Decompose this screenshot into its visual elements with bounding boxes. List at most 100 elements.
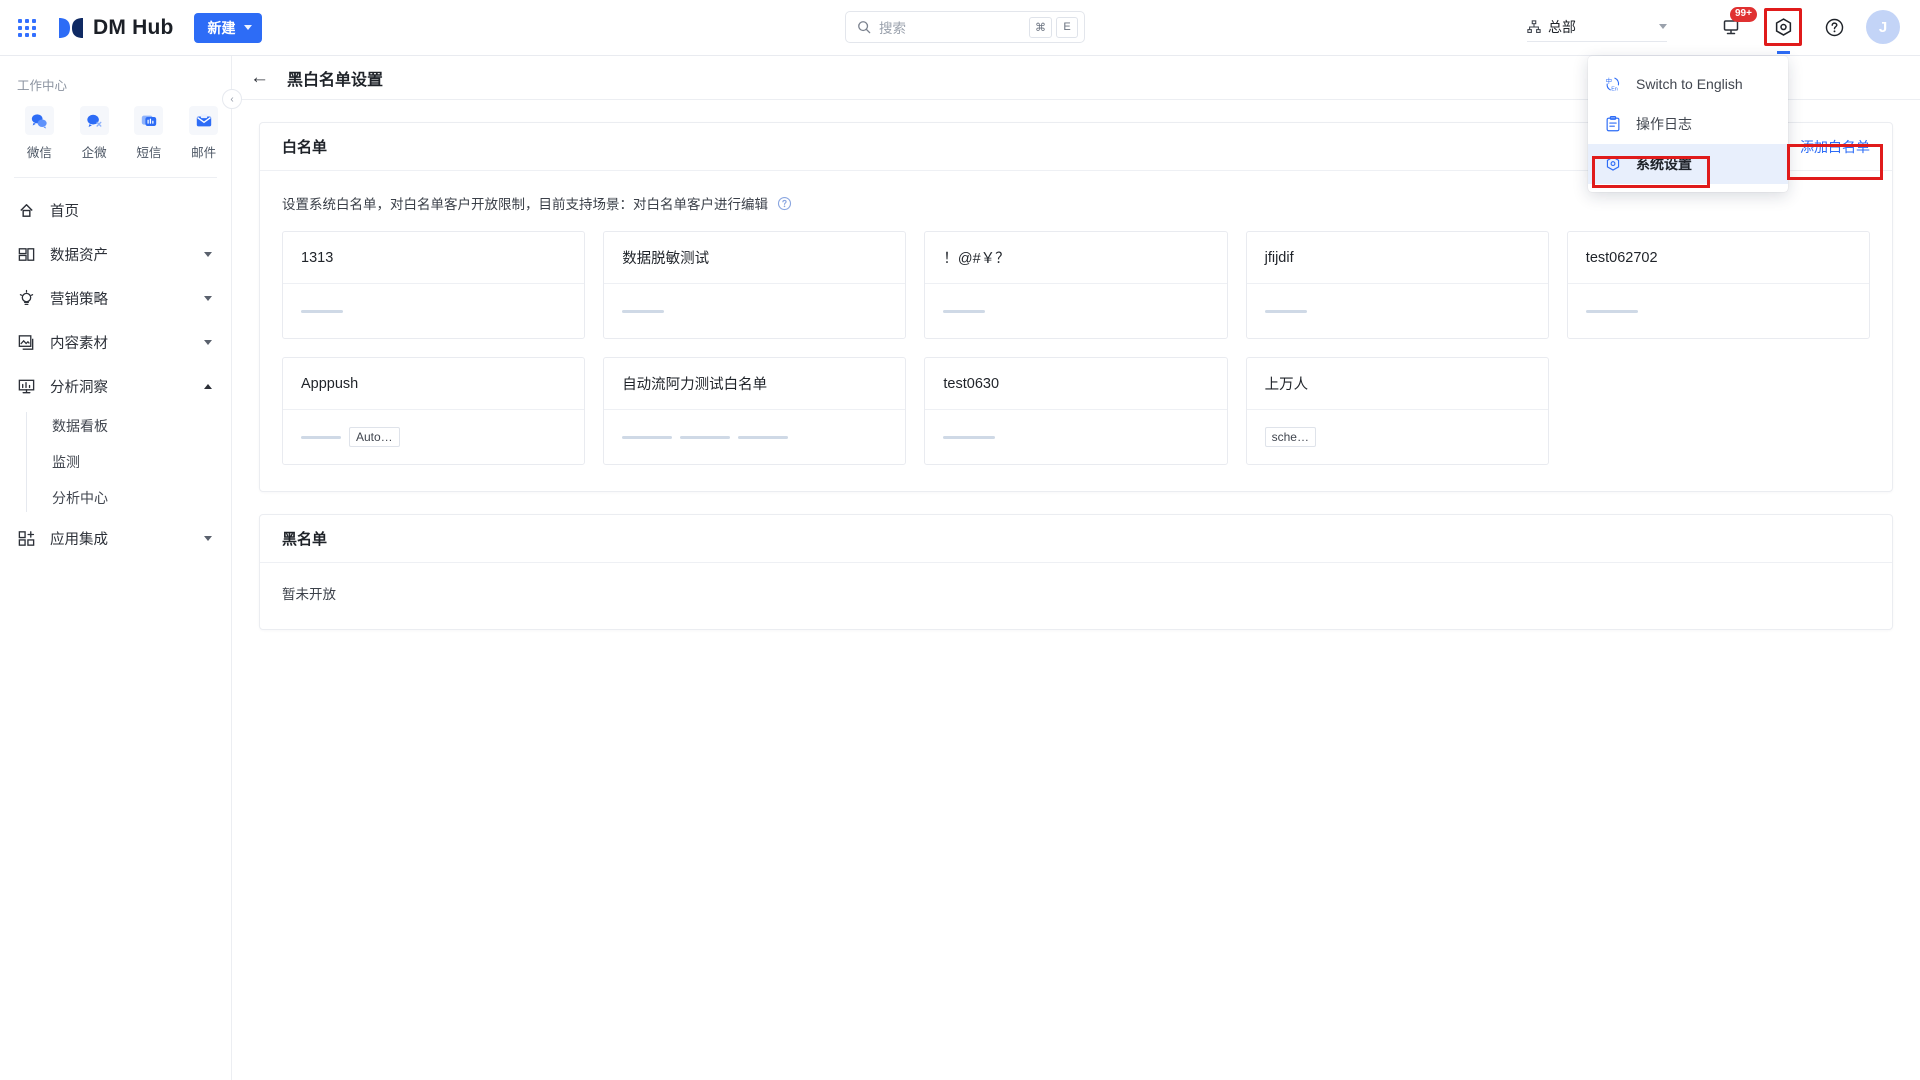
sidebar-subitem-analysis-center[interactable]: 分析中心 (26, 480, 231, 516)
whitelist-item-meta (604, 284, 905, 338)
sidebar-subnav-analytics: 数据看板 监测 分析中心 (26, 408, 231, 516)
blacklist-card: 黑名单 暂未开放 (259, 514, 1893, 630)
whitelist-item-card[interactable]: 自动流阿力测试白名单 (603, 357, 907, 465)
sidebar-item-content-material[interactable]: 内容素材 (0, 320, 231, 364)
quick-channel-wechat[interactable]: 微信 (12, 106, 67, 161)
sidebar-section-title: 工作中心 (17, 79, 68, 93)
whitelist-item-card[interactable]: test062702 (1566, 231, 1870, 339)
chevron-down-icon (204, 295, 212, 301)
whitelist-item-card[interactable]: 1313 (282, 231, 586, 339)
sidebar-item-label: 首页 (50, 203, 79, 220)
gear-icon (1604, 155, 1622, 173)
blacklist-card-header: 黑名单 (260, 515, 1892, 563)
gear-active-underline (1777, 51, 1790, 54)
whitelist-item-name: test062702 (1567, 232, 1869, 284)
sidebar-item-label: 分析洞察 (50, 379, 108, 396)
avatar-initial: J (1878, 18, 1888, 36)
whitelist-item-card[interactable]: 上万人 sche… (1245, 357, 1549, 465)
clipboard-log-icon (1604, 115, 1622, 133)
org-tree-icon (1527, 19, 1541, 34)
language-switch-icon: 中 En (1604, 75, 1622, 93)
search-icon (857, 20, 871, 34)
sidebar-item-label: 应用集成 (50, 531, 108, 548)
page-title: 黑白名单设置 (287, 71, 384, 89)
brand-logo[interactable]: DM Hub (58, 16, 174, 40)
whitelist-item-card[interactable]: test0630 (924, 357, 1228, 465)
whitelist-item-name: 自动流阿力测试白名单 (604, 358, 906, 410)
search-placeholder: 搜索 (879, 21, 906, 36)
whitelist-item-card[interactable]: ！@#￥？ (924, 231, 1228, 339)
wechat-icon (24, 106, 54, 135)
menu-item-label: Switch to English (1636, 76, 1743, 92)
whitelist-item-placeholder-bar (301, 309, 343, 313)
wecom-icon (79, 106, 109, 135)
whitelist-item-placeholder-bar (622, 309, 665, 313)
apps-grid-icon[interactable] (18, 18, 36, 37)
sidebar-item-home[interactable]: 首页 (0, 188, 231, 232)
menu-item-operation-log[interactable]: 操作日志 (1588, 104, 1788, 144)
sidebar-subitem-dashboard[interactable]: 数据看板 (26, 408, 231, 444)
whitelist-item-placeholder-bar (738, 435, 789, 439)
add-whitelist-label: 添加白名单 (1800, 138, 1870, 155)
menu-item-switch-language[interactable]: 中 En Switch to English (1588, 64, 1788, 104)
sidebar-subitem-monitoring[interactable]: 监测 (26, 444, 231, 480)
whitelist-item-meta (925, 284, 1226, 338)
chevron-down-icon (204, 339, 212, 345)
sidebar-nav: 首页 数据资产 营销策略 内容素材 分析洞察 数据看板 监测 分析中心 应用集成 (0, 178, 231, 560)
whitelist-title: 白名单 (282, 139, 328, 156)
sidebar-item-marketing-strategy[interactable]: 营销策略 (0, 276, 231, 320)
sidebar-item-app-integration[interactable]: 应用集成 (0, 516, 231, 560)
shortcut-key-e: E (1056, 16, 1078, 38)
quick-channel-wecom[interactable]: 企微 (67, 106, 122, 161)
user-avatar[interactable]: J (1866, 10, 1900, 44)
shortcut-key-cmd: ⌘ (1029, 16, 1052, 38)
whitelist-item-card[interactable]: Apppush Auto… (282, 357, 586, 465)
whitelist-item-name: 1313 (283, 232, 585, 284)
chevron-down-icon (1659, 24, 1667, 29)
org-selector[interactable]: 总部 (1527, 12, 1667, 42)
quick-channel-label: 企微 (81, 146, 107, 160)
email-icon (189, 106, 219, 135)
blacklist-empty-text: 暂未开放 (282, 587, 336, 602)
whitelist-item-name: jfijdif (1246, 232, 1548, 284)
settings-dropdown-menu: 中 En Switch to English 操作日志 系统设置 (1588, 56, 1788, 192)
left-sidebar: 工作中心 微信 企微 短信 邮件 首页 数据资产 营销策略 内容素材 分析洞察 … (0, 56, 242, 1080)
blacklist-title: 黑名单 (282, 531, 328, 548)
whitelist-grid: 1313 数据脱敏测试 ！@#￥？ jfijdif test062702 Apppush A… (260, 213, 1892, 491)
whitelist-item-meta (604, 410, 905, 464)
sidebar-item-label: 内容素材 (50, 335, 108, 352)
whitelist-item-meta (1568, 284, 1869, 338)
whitelist-item-name: test0630 (925, 358, 1227, 410)
whitelist-item-card[interactable]: 数据脱敏测试 (603, 231, 907, 339)
new-button[interactable]: 新建 (193, 12, 262, 43)
global-search-input[interactable]: 搜索 ⌘ E (845, 11, 1085, 43)
whitelist-item-name: 上万人 (1246, 358, 1548, 410)
sidebar-item-label: 营销策略 (50, 291, 108, 308)
chevron-down-icon (243, 25, 252, 30)
quick-channel-label: 邮件 (191, 146, 217, 160)
notification-icon[interactable]: 99+ (1716, 7, 1757, 42)
sidebar-collapse-button[interactable]: ‹ (222, 89, 242, 109)
quick-channel-label: 短信 (136, 146, 162, 160)
top-header-bar: DM Hub 新建 搜索 ⌘ E 总部 99+ J (0, 0, 1920, 56)
back-arrow-icon[interactable]: ← (250, 68, 269, 87)
whitelist-item-card[interactable]: jfijdif (1245, 231, 1549, 339)
new-button-label: 新建 (207, 19, 236, 36)
help-circle-icon[interactable] (1819, 12, 1849, 42)
quick-channel-label: 微信 (26, 146, 52, 160)
add-whitelist-button[interactable]: ＋ 添加白名单 (1780, 137, 1870, 157)
whitelist-item-meta (925, 410, 1226, 464)
menu-item-label: 操作日志 (1636, 116, 1692, 132)
chevron-left-icon: ‹ (230, 93, 234, 105)
dm-hub-logo-icon (58, 16, 84, 40)
question-circle-icon[interactable] (777, 196, 792, 211)
whitelist-item-placeholder-bar (1585, 309, 1638, 313)
whitelist-item-name: ！@#￥？ (925, 232, 1227, 284)
quick-channel-email[interactable]: 邮件 (176, 106, 231, 161)
sidebar-item-data-asset[interactable]: 数据资产 (0, 232, 231, 276)
menu-item-system-settings[interactable]: 系统设置 (1588, 144, 1788, 184)
sidebar-item-analytics-insight[interactable]: 分析洞察 (0, 364, 231, 408)
settings-gear-button[interactable] (1768, 12, 1798, 42)
notification-badge: 99+ (1730, 7, 1757, 22)
quick-channel-sms[interactable]: 短信 (122, 106, 177, 161)
